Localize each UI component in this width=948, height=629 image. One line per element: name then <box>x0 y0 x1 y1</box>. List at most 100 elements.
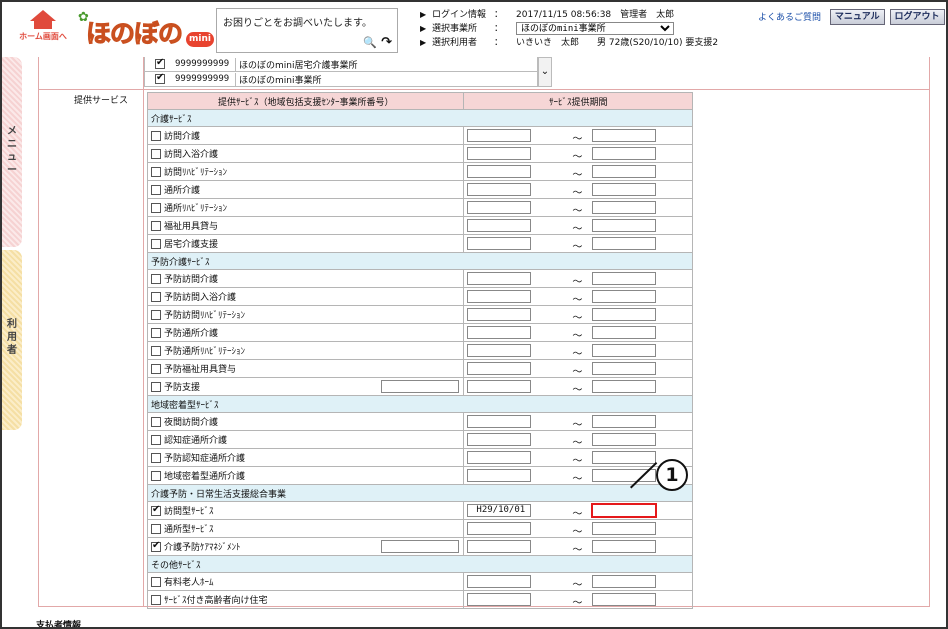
start-date-input[interactable] <box>467 219 532 232</box>
end-date-input[interactable] <box>592 451 657 464</box>
start-date-input[interactable] <box>467 308 532 321</box>
start-date-input[interactable] <box>467 344 532 357</box>
start-date-input[interactable] <box>467 433 532 446</box>
header-period: ｻｰﾋﾞｽ提供期間 <box>463 92 693 110</box>
service-checkbox[interactable] <box>151 576 161 587</box>
end-date-input[interactable] <box>592 344 657 357</box>
service-period-cell: ～ <box>463 412 693 431</box>
start-date-input[interactable] <box>467 415 532 428</box>
end-date-input-highlighted[interactable] <box>591 503 658 518</box>
end-date-input[interactable] <box>592 129 657 142</box>
end-date-input[interactable] <box>592 183 657 196</box>
home-button[interactable]: ホーム画面へ <box>16 10 70 48</box>
end-date-input[interactable] <box>592 326 657 339</box>
center-number-input[interactable] <box>381 380 460 393</box>
service-checkbox[interactable] <box>151 327 161 338</box>
end-date-input[interactable] <box>592 237 657 250</box>
start-date-input[interactable] <box>467 183 532 196</box>
office-checkbox[interactable] <box>155 72 165 84</box>
end-date-input[interactable] <box>592 522 657 535</box>
end-date-input[interactable] <box>592 575 657 588</box>
user-side-tab[interactable]: 利用者 <box>2 250 22 430</box>
service-checkbox[interactable] <box>151 523 161 534</box>
end-date-input[interactable] <box>592 540 657 553</box>
center-number-input[interactable] <box>381 540 460 553</box>
start-date-input[interactable] <box>467 272 532 285</box>
start-date-input[interactable] <box>467 522 532 535</box>
start-date-input[interactable] <box>467 326 532 339</box>
end-date-input[interactable] <box>592 165 657 178</box>
service-row: 訪問ﾘﾊﾋﾞﾘﾃｰｼｮﾝ ～ <box>146 162 693 181</box>
end-date-input[interactable] <box>592 272 657 285</box>
service-checkbox[interactable] <box>151 130 161 141</box>
service-checkbox[interactable] <box>151 238 161 249</box>
end-date-input[interactable] <box>592 219 657 232</box>
end-date-input[interactable] <box>592 147 657 160</box>
end-date-input[interactable] <box>592 308 657 321</box>
service-checkbox[interactable] <box>151 540 161 552</box>
service-checkbox[interactable] <box>151 273 161 284</box>
start-date-input[interactable] <box>467 469 532 482</box>
category-row: その他ｻｰﾋﾞｽ <box>147 555 693 573</box>
service-name: 予防訪問介護 <box>164 275 219 285</box>
service-row: 予防福祉用具貸与 ～ <box>146 359 693 378</box>
office-checkbox[interactable] <box>155 57 165 69</box>
start-date-input[interactable] <box>467 165 532 178</box>
start-date-input[interactable] <box>467 593 532 606</box>
service-checkbox[interactable] <box>151 345 161 356</box>
top-links: よくあるご質問 マニュアル ログアウト <box>758 9 945 25</box>
tab-char: 用 <box>7 332 17 343</box>
start-date-input[interactable]: H29/10/01 <box>467 504 532 517</box>
start-date-input[interactable] <box>467 237 532 250</box>
service-checkbox[interactable] <box>151 148 161 159</box>
manual-button[interactable]: マニュアル <box>829 9 885 25</box>
tab-char: ニ <box>7 139 17 150</box>
end-date-input[interactable] <box>592 362 657 375</box>
menu-side-tab[interactable]: メニュー <box>2 57 22 247</box>
service-checkbox[interactable] <box>151 184 161 195</box>
end-date-input[interactable] <box>592 415 657 428</box>
service-checkbox[interactable] <box>151 309 161 320</box>
start-date-input[interactable] <box>467 201 532 214</box>
logout-button[interactable]: ログアウト <box>889 9 945 25</box>
list-scroll-down-button[interactable]: ⌄ <box>538 57 552 87</box>
service-checkbox[interactable] <box>151 416 161 427</box>
end-date-input[interactable] <box>592 593 657 606</box>
office-label: 選択事業所 <box>432 24 478 34</box>
start-date-input[interactable] <box>467 540 532 553</box>
search-icon[interactable]: 🔍 <box>363 36 377 49</box>
service-checkbox[interactable] <box>151 363 161 374</box>
service-checkbox[interactable] <box>151 504 161 516</box>
start-date-input[interactable] <box>467 451 532 464</box>
office-select[interactable]: ほのぼのmini事業所 <box>516 22 674 35</box>
end-date-input[interactable] <box>592 433 657 446</box>
start-date-input[interactable] <box>467 380 532 393</box>
service-checkbox[interactable] <box>151 202 161 213</box>
end-date-input[interactable] <box>592 290 657 303</box>
redo-arrow-icon[interactable]: ↷ <box>381 35 392 50</box>
service-checkbox[interactable] <box>151 452 161 463</box>
start-date-input[interactable] <box>467 290 532 303</box>
service-checkbox[interactable] <box>151 381 161 392</box>
start-date-input[interactable] <box>467 147 532 160</box>
service-name-cell: 訪問介護 <box>146 126 465 145</box>
end-date-input[interactable] <box>592 380 657 393</box>
service-row: 予防訪問介護 ～ <box>146 269 693 288</box>
faq-link[interactable]: よくあるご質問 <box>758 13 821 23</box>
service-checkbox[interactable] <box>151 166 161 177</box>
service-row: 通所ﾘﾊﾋﾞﾘﾃｰｼｮﾝ ～ <box>146 198 693 217</box>
end-date-input[interactable] <box>592 201 657 214</box>
service-checkbox[interactable] <box>151 220 161 231</box>
start-date-input[interactable] <box>467 575 532 588</box>
service-checkbox[interactable] <box>151 470 161 481</box>
service-checkbox[interactable] <box>151 291 161 302</box>
service-period-cell: ～ <box>463 448 693 467</box>
start-date-input[interactable] <box>467 129 532 142</box>
service-name-cell: 予防通所介護 <box>146 323 465 342</box>
help-search-box[interactable]: お困りごとをお調べいたします。 🔍 ↷ <box>216 8 398 53</box>
service-checkbox[interactable] <box>151 594 161 605</box>
service-name: 夜間訪問介護 <box>164 418 219 428</box>
service-checkbox[interactable] <box>151 434 161 445</box>
start-date-input[interactable] <box>467 362 532 375</box>
service-row: 認知症通所介護 ～ <box>146 430 693 449</box>
